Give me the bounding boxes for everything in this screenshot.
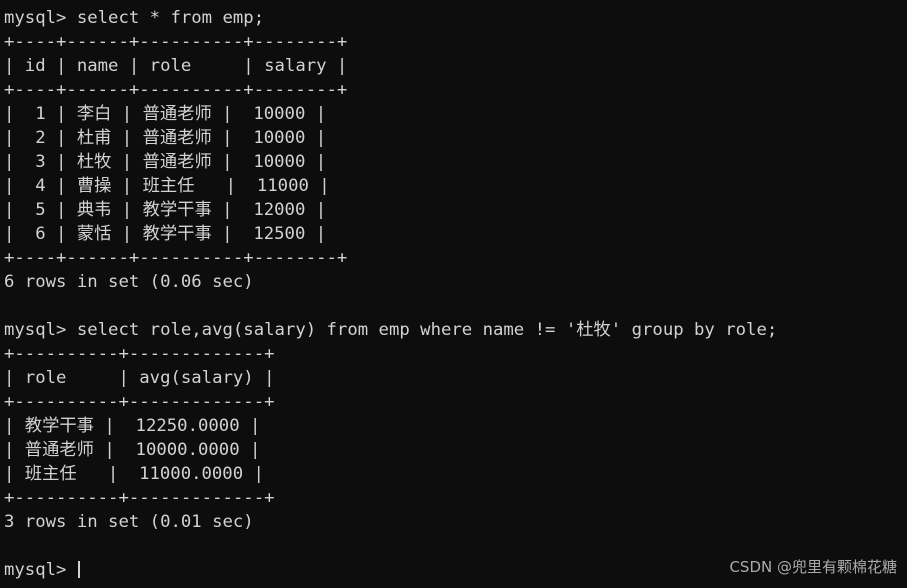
terminal-line-table-row: | 班主任 | 11000.0000 | (4, 464, 264, 484)
terminal-line-table-row: | 4 | 曹操 | 班主任 | 11000 | (4, 176, 330, 196)
terminal-line-table-border: +----+------+----------+--------+ (4, 80, 348, 100)
terminal-line-table-header: | id | name | role | salary | (4, 56, 348, 76)
terminal-line-table-border: +----+------+----------+--------+ (4, 32, 348, 52)
terminal-line-table-row: | 2 | 杜甫 | 普通老师 | 10000 | (4, 128, 327, 148)
terminal-line-table-row: | 5 | 典韦 | 教学干事 | 12000 | (4, 200, 327, 220)
terminal-line-table-border: +----------+-------------+ (4, 344, 275, 364)
terminal-line-table-row: | 1 | 李白 | 普通老师 | 10000 | (4, 104, 327, 124)
terminal-line-table-border: +----------+-------------+ (4, 488, 275, 508)
terminal-line-prompt-1: mysql> select * from emp; (4, 8, 265, 28)
terminal-line-table-border: +----------+-------------+ (4, 392, 275, 412)
prompt-label: mysql> (4, 560, 77, 580)
text-cursor (77, 561, 80, 578)
terminal-window[interactable]: mysql> select * from emp; +----+------+-… (0, 0, 907, 588)
terminal-line-status: 3 rows in set (0.01 sec) (4, 512, 254, 532)
terminal-line-status: 6 rows in set (0.06 sec) (4, 272, 254, 292)
terminal-line-table-row: | 6 | 蒙恬 | 教学干事 | 12500 | (4, 224, 327, 244)
terminal-line-table-row: | 普通老师 | 10000.0000 | (4, 440, 261, 460)
terminal-line-prompt-2: mysql> select role,avg(salary) from emp … (4, 320, 778, 340)
watermark-label: CSDN @兜里有颗棉花糖 (729, 558, 897, 576)
terminal-line-table-border: +----+------+----------+--------+ (4, 248, 348, 268)
terminal-line-table-row: | 教学干事 | 12250.0000 | (4, 416, 261, 436)
terminal-line-table-row: | 3 | 杜牧 | 普通老师 | 10000 | (4, 152, 327, 172)
terminal-line-table-header: | role | avg(salary) | (4, 368, 275, 388)
